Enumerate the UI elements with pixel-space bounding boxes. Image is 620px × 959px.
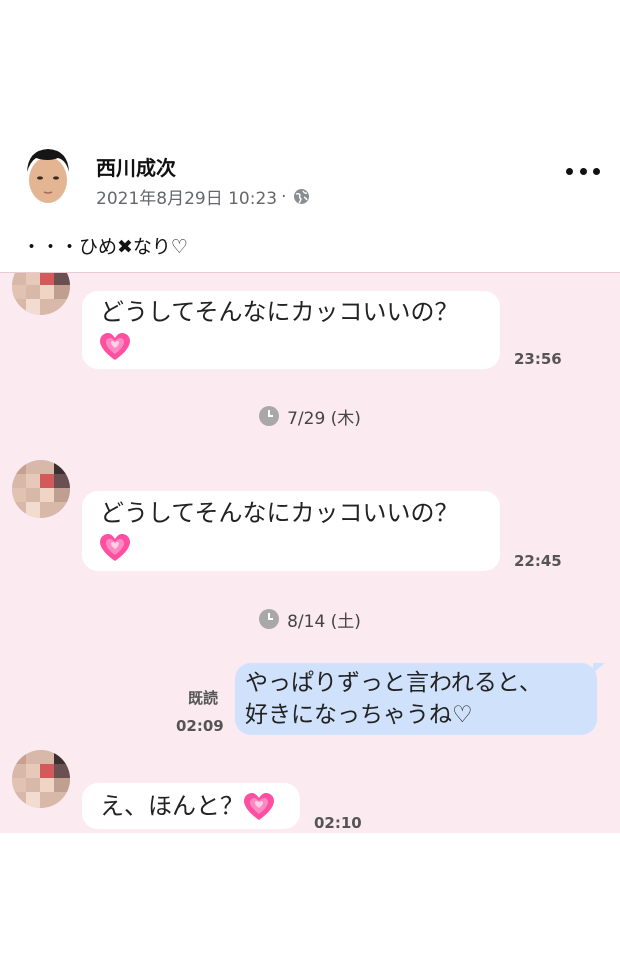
- read-receipt: 既読: [188, 689, 219, 707]
- author-name[interactable]: 西川成次: [96, 152, 176, 181]
- date-divider: 7/29 (木): [0, 403, 620, 429]
- more-options-icon[interactable]: [566, 158, 600, 184]
- message-time: 22:45: [514, 552, 562, 570]
- post-meta: 2021年8月29日 10:23 ·: [96, 184, 310, 209]
- growing-heart-icon: [100, 333, 130, 361]
- date-divider: 8/14 (土): [0, 606, 620, 632]
- divider-label: 8/14 (土): [287, 611, 361, 632]
- incoming-message[interactable]: どうしてそんなにカッコいいの？: [82, 491, 500, 571]
- clock-icon: [259, 406, 280, 426]
- incoming-message[interactable]: どうしてそんなにカッコいいの？: [82, 291, 500, 369]
- message-time: 02:10: [314, 814, 362, 832]
- incoming-message[interactable]: え、ほんと？: [82, 783, 300, 829]
- message-text: どうしてそんなにカッコいいの？: [100, 298, 459, 326]
- message-text: どうしてそんなにカッコいいの？: [100, 499, 459, 527]
- growing-heart-icon: [100, 534, 130, 562]
- meta-separator: ·: [281, 186, 287, 207]
- contact-avatar: [12, 750, 70, 808]
- divider-label: 7/29 (木): [287, 408, 361, 429]
- post-date[interactable]: 2021年8月29日 10:23: [96, 184, 277, 209]
- chat-screenshot: どうしてそんなにカッコいいの？ 23:56 7/29 (木) どうしてそんなにカ…: [0, 272, 620, 833]
- growing-heart-icon: [244, 793, 274, 821]
- post-caption: ・・・ひめ✖なり♡: [22, 236, 188, 258]
- message-time: 23:56: [514, 350, 562, 368]
- outgoing-message[interactable]: やっぱりずっと言われると、 好きになっちゃうね♡: [235, 663, 605, 735]
- globe-icon: [293, 188, 310, 205]
- message-text-line-2: 好きになっちゃうね♡: [245, 702, 473, 728]
- contact-avatar: [12, 273, 70, 315]
- contact-avatar: [12, 460, 70, 518]
- message-text-line-1: やっぱりずっと言われると、: [245, 670, 542, 696]
- post-header: 西川成次 2021年8月29日 10:23 ·: [0, 138, 620, 218]
- message-text: え、ほんと？: [100, 792, 244, 820]
- message-time: 02:09: [176, 717, 224, 735]
- profile-avatar[interactable]: [22, 144, 74, 208]
- clock-icon: [259, 609, 280, 629]
